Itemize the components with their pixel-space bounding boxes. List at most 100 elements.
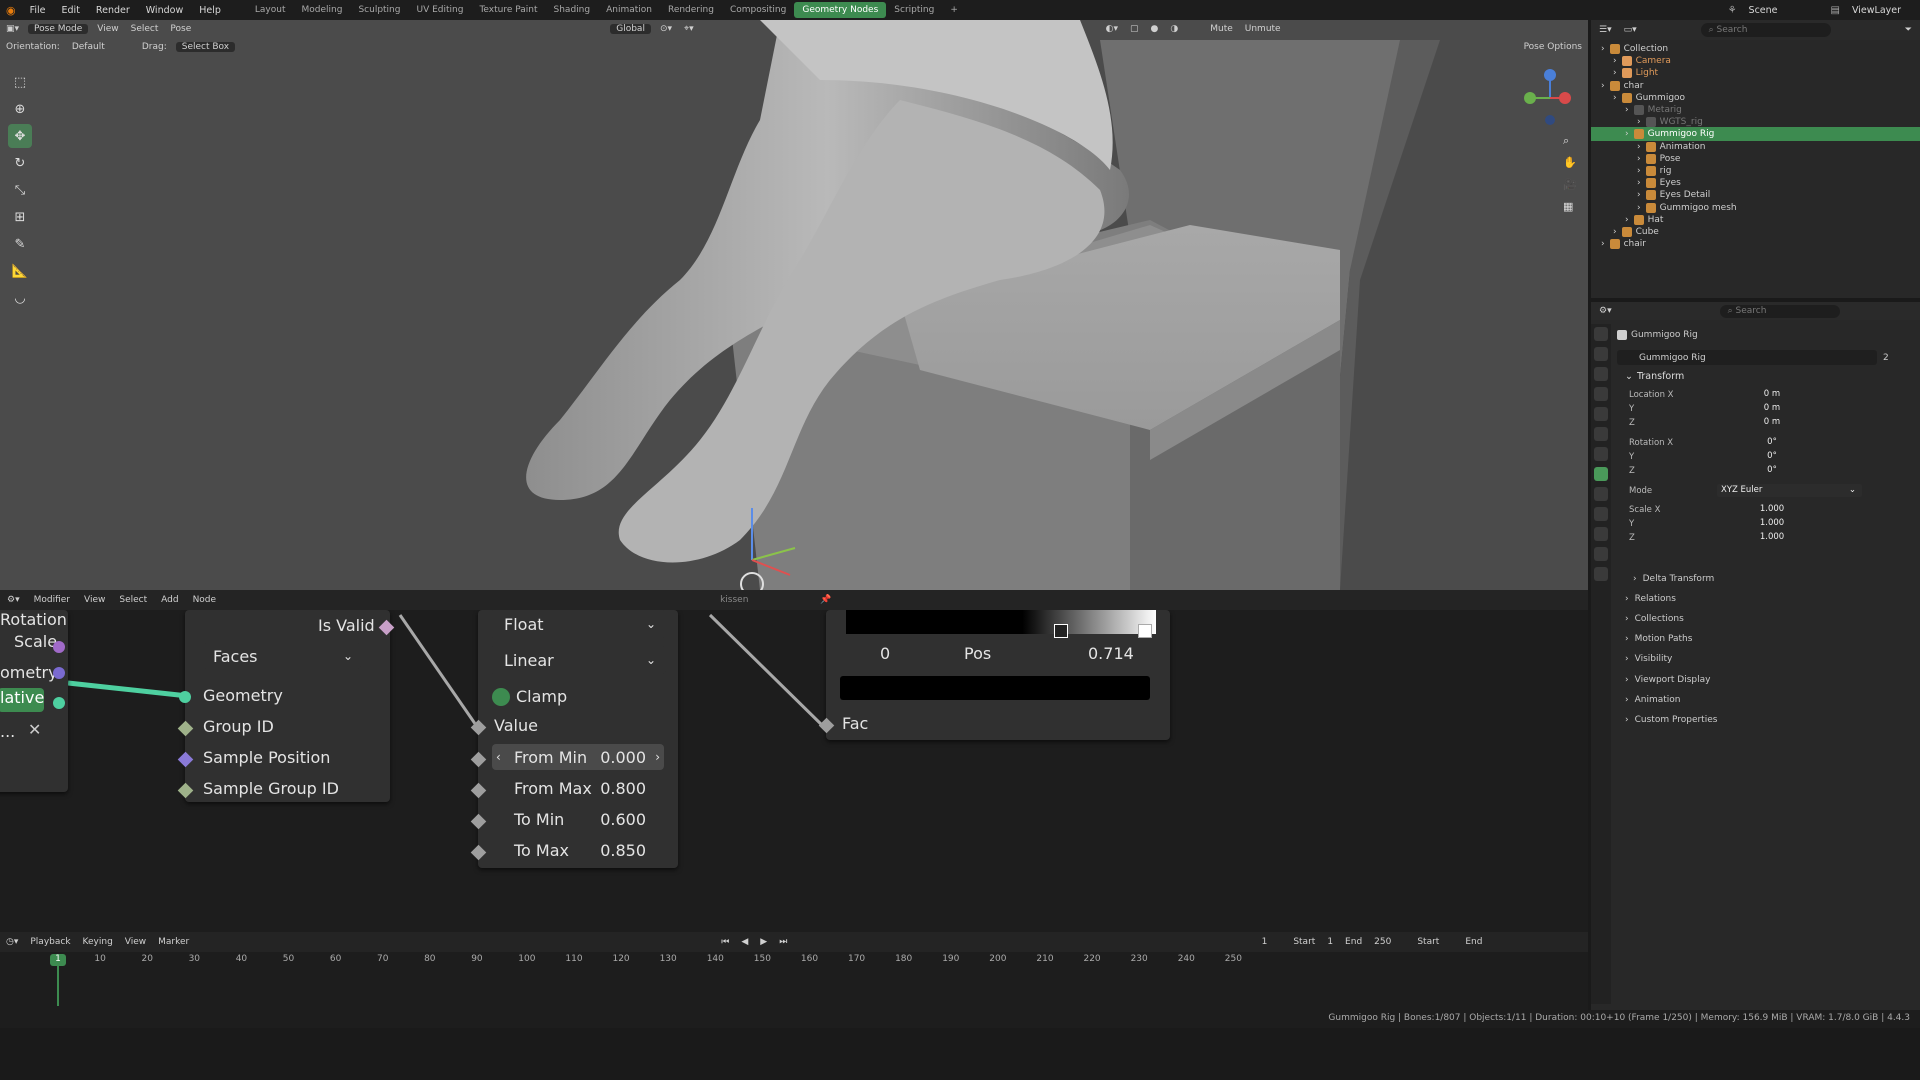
view-layer-selector[interactable]: ViewLayer [1844,5,1920,16]
viewport-menu-pose[interactable]: Pose [164,24,197,34]
object-name-field[interactable]: Gummigoo Rig [1617,350,1877,365]
sample-nearest-node[interactable]: Is Valid Faces ⌄ Geometry Group ID Sampl… [177,610,395,802]
color-ramp-node[interactable]: 0 Pos 0.714 Fac [818,610,1170,740]
properties-section-header[interactable]: › Animation [1625,694,1905,707]
pan-hand-icon[interactable]: ✋ [1563,152,1581,174]
annotate-icon[interactable]: ✎ [8,232,32,256]
view-layer-tab-icon[interactable] [1594,387,1608,401]
stop-color-swatch[interactable] [840,676,1150,700]
left-node[interactable]: Rotation Scale ometry lative ... ✕ [0,610,68,792]
pos-value[interactable]: 0.714 [1088,644,1134,663]
expand-chevron-icon[interactable]: › [1613,68,1617,78]
scene-tab-icon[interactable] [1594,407,1608,421]
tab-shading[interactable]: Shading [546,2,599,18]
physics-tab-icon[interactable] [1594,507,1608,521]
play-icon[interactable]: ▶ [754,937,773,947]
properties-section-header[interactable]: › Motion Paths [1625,633,1905,646]
expand-chevron-icon[interactable]: › [1613,93,1617,103]
data-type-dropdown[interactable]: Float ⌄ [490,610,666,638]
rotation-z-field[interactable]: 0° [1717,464,1827,477]
rotate-tool-icon[interactable]: ↻ [8,151,32,175]
pin-icon[interactable]: 📌 [813,595,838,605]
interpolation-dropdown[interactable]: Linear ⌄ [490,646,666,674]
unmute-button[interactable]: Unmute [1239,24,1287,34]
to-max-field[interactable]: To Max 0.850 [492,837,664,863]
orientation-dropdown[interactable]: Default [66,42,136,52]
menu-render[interactable]: Render [88,5,138,16]
3d-viewport[interactable]: ▣▾ Pose Mode View Select Pose Global ⊙▾ … [0,20,1588,590]
properties-section-header[interactable]: › Collections [1625,612,1905,625]
expand-chevron-icon[interactable]: › [1613,227,1617,237]
select-box-icon[interactable]: ⬚ [8,70,32,94]
domain-dropdown[interactable]: Faces ⌄ [203,643,361,669]
rotation-x-field[interactable]: 0° [1717,436,1827,449]
map-range-node[interactable]: Float ⌄ Linear ⌄ Clamp Value ‹ From Min … [470,610,678,868]
filter-icon[interactable]: ⏷ [1905,25,1920,35]
camera-view-icon[interactable]: 🎥 [1563,174,1581,196]
tab-geometry-nodes[interactable]: Geometry Nodes [794,2,887,18]
properties-section-header[interactable]: › Viewport Display [1625,673,1905,686]
expand-chevron-icon[interactable]: › [1601,239,1605,249]
output-tab-icon[interactable] [1594,367,1608,381]
grid-view-icon[interactable]: ▦ [1563,196,1581,218]
tab-scripting[interactable]: Scripting [886,2,942,18]
user-count[interactable]: 2 [1883,351,1889,364]
chevron-left-icon[interactable]: ‹ [496,750,501,764]
outliner-type-icon[interactable]: ☰▾ [1591,25,1620,35]
pose-options-button[interactable]: Pose Options [1518,42,1588,52]
transform-tool-icon[interactable]: ⊞ [8,205,32,229]
outliner-item[interactable]: › chair [1601,237,1646,251]
properties-section-header[interactable]: › Custom Properties [1625,714,1905,727]
transform-orientation[interactable]: Global [610,24,651,34]
node-menu-add[interactable]: Add [154,595,185,605]
scale-socket[interactable] [53,667,65,679]
tab-sculpting[interactable]: Sculpting [350,2,408,18]
expand-chevron-icon[interactable]: › [1637,178,1641,188]
expand-chevron-icon[interactable]: › [1625,215,1629,225]
expand-chevron-icon[interactable]: › [1601,44,1605,54]
menu-help[interactable]: Help [191,5,229,16]
jump-end-icon[interactable]: ⏭ [773,937,793,947]
properties-section-header[interactable]: › Delta Transform [1633,572,1913,585]
blender-logo-icon[interactable]: ◉ [0,4,22,17]
to-min-field[interactable]: To Min 0.600 [492,806,664,832]
current-frame-field[interactable]: 1 [1233,937,1273,947]
tab-modeling[interactable]: Modeling [294,2,351,18]
close-icon[interactable]: ✕ [28,720,41,739]
expand-chevron-icon[interactable]: › [1625,129,1629,139]
world-tab-icon[interactable] [1594,427,1608,441]
ramp-stop-white[interactable] [1138,624,1152,638]
timeline-menu-playback[interactable]: Playback [24,937,76,947]
pivot-icon[interactable]: ⊙▾ [654,24,678,34]
move-tool-icon[interactable]: ✥ [8,124,32,148]
menu-file[interactable]: File [22,5,54,16]
from-min-field[interactable]: ‹ From Min 0.000 › [492,744,664,770]
outliner-search[interactable]: ⌕ Search [1700,23,1831,37]
node-menu-node[interactable]: Node [186,595,224,605]
node-tree-field[interactable]: kissen [713,595,813,605]
expand-chevron-icon[interactable]: › [1637,117,1641,127]
zoom-icon[interactable]: ⌕ [1563,130,1581,152]
viewport-menu-view[interactable]: View [91,24,124,34]
playhead[interactable]: 1 [50,954,66,966]
geometry-socket[interactable] [53,697,65,709]
xray-icon[interactable]: ▢ [1124,24,1145,34]
properties-section-header[interactable]: › Visibility [1625,653,1905,666]
tab-rendering[interactable]: Rendering [660,2,722,18]
scale-y-field[interactable]: 1.000 [1717,517,1827,530]
clamp-checkbox[interactable] [492,688,510,706]
location-z-field[interactable]: 0 m [1717,416,1827,429]
menu-edit[interactable]: Edit [54,5,88,16]
cursor-icon[interactable]: ⊕ [8,97,32,121]
timeline-menu-keying[interactable]: Keying [77,937,119,947]
drag-dropdown[interactable]: Select Box [175,42,236,52]
tab-layout[interactable]: Layout [247,2,294,18]
relative-button[interactable]: lative [0,688,44,712]
properties-editor[interactable]: ⚙▾ ⌕ Search Gummigoo Rig Gummigoo Rig 2 … [1591,302,1920,1010]
jump-start-icon[interactable]: ⏮ [715,937,735,947]
end-button[interactable]: End [1445,937,1488,947]
scale-x-field[interactable]: 1.000 [1717,503,1827,516]
mute-button[interactable]: Mute [1204,24,1239,34]
properties-search[interactable]: ⌕ Search [1719,304,1840,318]
transform-panel-header[interactable]: ⌄ Transform [1625,370,1684,383]
